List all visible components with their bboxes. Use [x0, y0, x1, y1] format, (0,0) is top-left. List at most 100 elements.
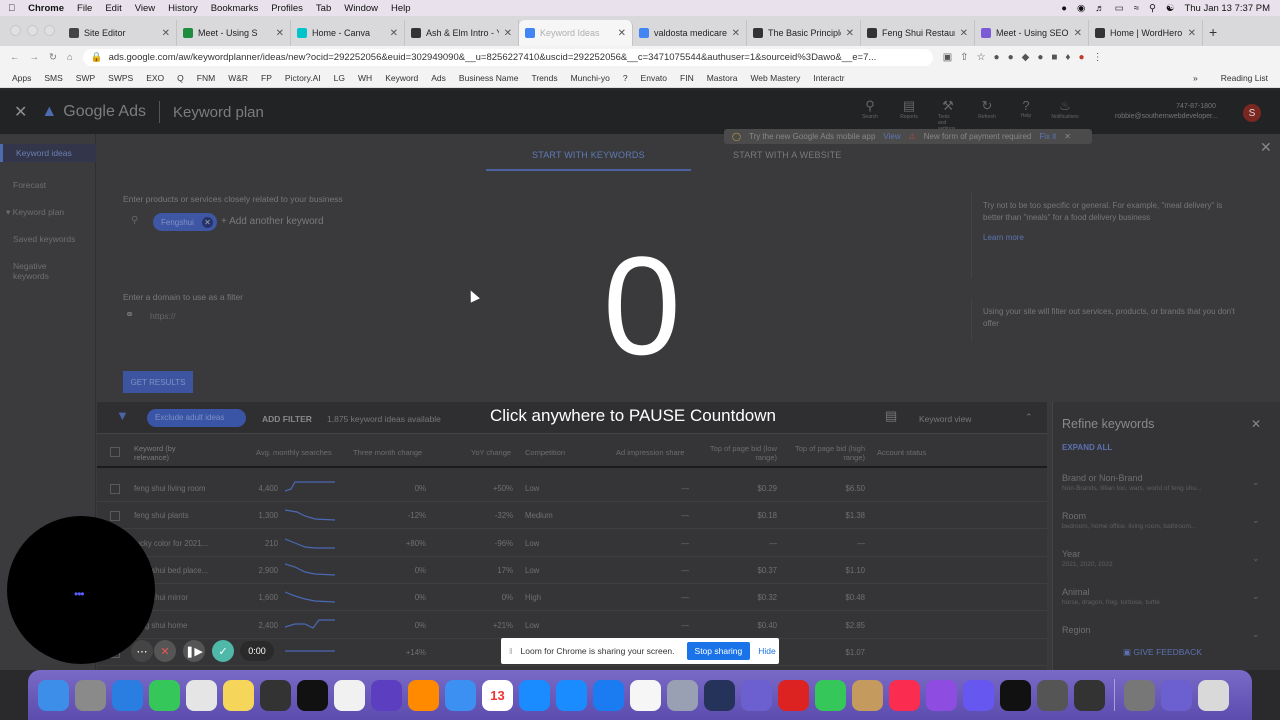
banner-close-icon[interactable]: ✕	[1064, 132, 1071, 141]
countdown-number[interactable]: 0	[603, 236, 681, 376]
bookmark-keyword[interactable]: Keyword	[385, 73, 418, 83]
add-keyword-input[interactable]: + Add another keyword	[221, 216, 324, 227]
record-icon[interactable]: ◉	[1077, 3, 1085, 14]
bookmark-ads[interactable]: Ads	[431, 73, 446, 83]
star-icon[interactable]: ☆	[977, 52, 986, 63]
reading-list[interactable]: Reading List	[1221, 73, 1280, 83]
profile-icon[interactable]: ●	[1079, 52, 1085, 63]
bookmark-q[interactable]: Q	[177, 73, 184, 83]
bookmark-web-mastery[interactable]: Web Mastery	[750, 73, 800, 83]
menu-window[interactable]: Window	[344, 3, 378, 14]
google-ads-logo[interactable]: ▲ Google Ads	[41, 103, 146, 121]
dock-loom-icon[interactable]	[963, 679, 994, 711]
col-bid-high[interactable]: Top of page bid (high range)	[785, 444, 865, 462]
dock-screenshot-icon[interactable]	[1037, 679, 1068, 711]
extension-icon-2[interactable]: ●	[1008, 52, 1014, 63]
extension-icon-1[interactable]: ●	[994, 52, 1000, 63]
bookmark-w-r[interactable]: W&R	[228, 73, 248, 83]
puzzle-icon[interactable]: ♦	[1065, 52, 1070, 63]
dock-tiktok-icon[interactable]	[297, 679, 328, 711]
bookmark-fin[interactable]: FIN	[680, 73, 694, 83]
bookmark-swps[interactable]: SWPS	[108, 73, 133, 83]
extension-icon-3[interactable]: ◆	[1022, 52, 1030, 63]
refine-group-year[interactable]: Year 2021, 2020, 2022	[1062, 549, 1113, 568]
tab-close-icon[interactable]: ✕	[618, 28, 626, 39]
dock-reminders-icon[interactable]	[334, 679, 365, 711]
wifi-icon[interactable]: ≈	[1134, 3, 1139, 14]
refine-group-brand-or-non-brand[interactable]: Brand or Non-Brand Non-Brands, lillian to…	[1062, 473, 1201, 492]
filter-icon[interactable]: ▼	[116, 408, 129, 423]
pause-countdown-text[interactable]: Click anywhere to PAUSE Countdown	[490, 406, 776, 426]
keyword-view-dropdown[interactable]: Keyword view	[919, 414, 971, 424]
tab-start-with-keywords[interactable]: START WITH KEYWORDS	[486, 150, 691, 171]
col-yoy[interactable]: YoY change	[471, 448, 511, 457]
dock-grid-icon[interactable]	[260, 679, 291, 711]
col-impression-share[interactable]: Ad impression share	[616, 448, 684, 457]
stop-sharing-button[interactable]: Stop sharing	[686, 642, 751, 660]
minimize-window-icon[interactable]	[27, 25, 38, 36]
dock-facetime-icon[interactable]	[815, 679, 846, 711]
install-icon[interactable]: ▣	[943, 52, 952, 63]
close-icon[interactable]: ✕	[0, 102, 41, 122]
menu-profiles[interactable]: Profiles	[271, 3, 303, 14]
tab-close-icon[interactable]: ✕	[960, 28, 968, 39]
menu-bookmarks[interactable]: Bookmarks	[211, 3, 259, 14]
address-bar[interactable]: 🔒 ads.google.com/aw/keywordplanner/ideas…	[82, 48, 933, 66]
row-checkbox[interactable]	[110, 484, 120, 494]
bookmark-mastora[interactable]: Mastora	[707, 73, 738, 83]
tab-close-icon[interactable]: ✕	[162, 28, 170, 39]
bookmark-trends[interactable]: Trends	[531, 73, 557, 83]
search-icon[interactable]: ⚲	[1149, 3, 1156, 14]
menu-edit[interactable]: Edit	[105, 3, 121, 14]
bookmark-envato[interactable]: Envato	[641, 73, 667, 83]
dock-quicktime-icon[interactable]	[704, 679, 735, 711]
browser-tab-feng-shui-restaur[interactable]: Feng Shui Restaur ✕	[861, 20, 975, 46]
tab-start-with-website[interactable]: START WITH A WEBSITE	[733, 150, 842, 160]
bookmark-munchi-yo[interactable]: Munchi-yo	[571, 73, 610, 83]
banner-view-link[interactable]: View	[883, 132, 900, 141]
dock-k-icon[interactable]	[1000, 679, 1031, 711]
loom-finish-button[interactable]: ✓	[212, 640, 234, 662]
dock-app-store-icon[interactable]	[556, 679, 587, 711]
dock-safari-icon[interactable]	[519, 679, 550, 711]
exclude-adult-chip[interactable]: Exclude adult ideas	[147, 409, 247, 427]
bookmark-apps[interactable]: Apps	[12, 73, 31, 83]
tab-close-icon[interactable]: ✕	[846, 28, 854, 39]
dock-podcasts-icon[interactable]	[926, 679, 957, 711]
close-panel-icon[interactable]: ✕	[1260, 139, 1272, 156]
control-center-icon[interactable]: ☯	[1166, 3, 1175, 14]
sidebar-item-forecast[interactable]: Forecast	[13, 180, 46, 190]
bookmark-swp[interactable]: SWP	[76, 73, 95, 83]
header-notifications[interactable]: ♨ Notifications	[1051, 98, 1078, 132]
bookmark-lg[interactable]: LG	[334, 73, 345, 83]
col-competition[interactable]: Competition	[525, 448, 565, 457]
header-tools[interactable]: ⚒Tools and settings	[938, 98, 958, 132]
dock-imovie-star-icon[interactable]	[371, 679, 402, 711]
tab-close-icon[interactable]: ✕	[504, 28, 512, 39]
bookmark-pictory-ai[interactable]: Pictory.AI	[285, 73, 321, 83]
dock-archive-icon[interactable]	[1124, 679, 1155, 711]
browser-tab-the-basic-principle[interactable]: The Basic Principle ✕	[747, 20, 861, 46]
dock-music-icon[interactable]	[889, 679, 920, 711]
banner-fix-link[interactable]: Fix it	[1039, 132, 1056, 141]
chevron-down-icon[interactable]: ⌄	[1252, 515, 1260, 526]
add-filter-button[interactable]: ADD FILTER	[262, 414, 312, 424]
dock-contacts-icon[interactable]	[852, 679, 883, 711]
drag-handle-icon[interactable]: ‖	[509, 646, 513, 656]
sidebar-item-saved-keywords[interactable]: Saved keywords	[13, 234, 75, 244]
col-account-status[interactable]: Account status	[877, 448, 926, 457]
select-all-checkbox[interactable]	[110, 447, 120, 457]
bookmark-business-name[interactable]: Business Name	[459, 73, 519, 83]
col-three-month[interactable]: Three month change	[353, 448, 422, 457]
tab-close-icon[interactable]: ✕	[1188, 28, 1196, 39]
browser-tab-keyword-ideas[interactable]: Keyword Ideas ✕	[519, 20, 633, 46]
dock-mail-icon[interactable]	[445, 679, 476, 711]
col-bid-low[interactable]: Top of page bid (low range)	[700, 444, 777, 462]
more-menu-icon[interactable]: ⋮	[1093, 52, 1103, 63]
refine-close-icon[interactable]: ✕	[1251, 417, 1261, 431]
bookmark-interactr[interactable]: Interactr	[813, 73, 844, 83]
dock-trash-icon[interactable]	[1198, 679, 1229, 711]
dock-notes-icon[interactable]	[223, 679, 254, 711]
bookmark-fnm[interactable]: FNM	[197, 73, 215, 83]
menu-tab[interactable]: Tab	[316, 3, 331, 14]
